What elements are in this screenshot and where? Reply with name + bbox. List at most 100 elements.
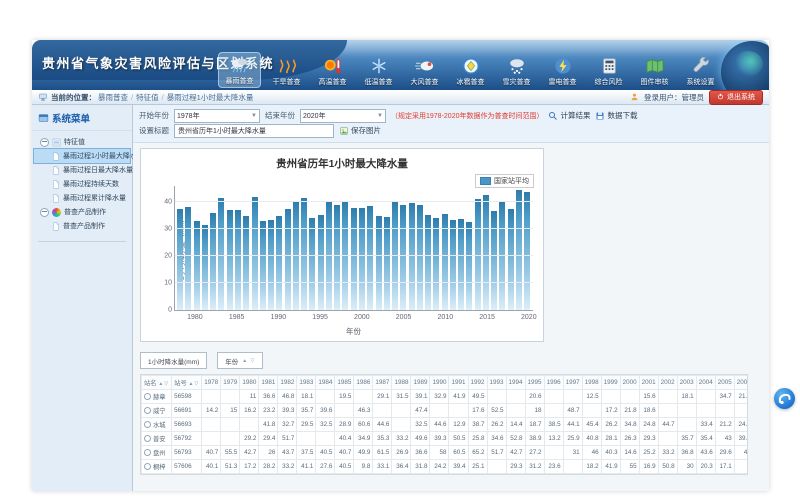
row-radio[interactable] (144, 421, 151, 428)
value-cell (601, 390, 620, 404)
breadcrumb-link[interactable]: 暴雨过程1小时最大降水量 (167, 93, 254, 102)
metric-filter[interactable]: 1小时降水量(mm) (140, 352, 207, 369)
nav-item-map[interactable]: 图件审核 (634, 54, 675, 88)
value-cell: 18.6 (639, 404, 658, 418)
bar-2020[interactable] (524, 192, 530, 310)
bar-2004[interactable] (392, 202, 398, 310)
bar-2019[interactable] (516, 190, 522, 310)
sidebar-item[interactable]: 暴雨过程日最大降水量 (34, 163, 130, 177)
bar-1980[interactable] (194, 221, 200, 310)
bar-1988[interactable] (260, 221, 266, 310)
bar-1986[interactable] (243, 216, 249, 310)
logged-in-user: 登录用户：管理员 (644, 92, 704, 103)
nav-item-lightning[interactable]: 雷电普查 (542, 54, 583, 88)
breadcrumb-link[interactable]: 特征值 (136, 93, 159, 102)
bar-2008[interactable] (425, 215, 431, 310)
nav-item-rainstorm[interactable]: 暴雨普查 (218, 52, 261, 88)
tree-group-特征值[interactable]: 特征值 (34, 135, 130, 149)
tree-toggle-icon[interactable] (40, 138, 49, 147)
calculate-button[interactable]: 计算结果 (548, 110, 590, 121)
nav-item-wind[interactable]: 大风普查 (404, 54, 445, 88)
row-radio[interactable] (144, 463, 151, 470)
nav-item-risk[interactable]: 综合风险 (588, 54, 629, 88)
bar-2015[interactable] (483, 195, 489, 310)
value-cell: 35.3 (373, 432, 392, 446)
bar-1999[interactable] (351, 208, 357, 310)
bar-1978[interactable] (177, 209, 183, 310)
value-cell (544, 390, 563, 404)
nav-item-settings[interactable]: 系统设置 (680, 54, 721, 88)
bar-1985[interactable] (235, 210, 241, 310)
bar-1981[interactable] (202, 225, 208, 310)
floating-plugin-icon[interactable] (774, 388, 795, 409)
row-radio[interactable] (144, 407, 151, 414)
data-download-button[interactable]: 数据下载 (595, 110, 637, 121)
tree-group-普查产品制作[interactable]: 普查产品制作 (34, 205, 130, 219)
end-year-select[interactable]: 2020年▼ (300, 109, 386, 123)
sort-icons[interactable]: ▲▽ (158, 381, 169, 387)
bar-2002[interactable] (376, 216, 382, 310)
value-cell: 61.5 (373, 446, 392, 460)
bar-1984[interactable] (227, 210, 233, 310)
year-sort-filter[interactable]: 年份▲ ▽ (217, 352, 263, 369)
end-year-label: 结束年份 (265, 110, 295, 121)
bar-2003[interactable] (384, 217, 390, 310)
sidebar-item[interactable]: 暴雨过程持续天数 (34, 177, 130, 191)
bar-1994[interactable] (309, 218, 315, 310)
bar-2012[interactable] (458, 219, 464, 310)
table-row: 盘州5679340.755.542.72643.737.540.540.749.… (142, 446, 749, 460)
bar-2013[interactable] (466, 222, 472, 310)
row-radio[interactable] (144, 435, 151, 442)
bar-2016[interactable] (491, 211, 497, 310)
bar-1983[interactable] (218, 198, 224, 310)
bar-2018[interactable] (508, 209, 514, 310)
bar-1996[interactable] (326, 202, 332, 310)
value-cell (430, 404, 449, 418)
nav-item-lowtemp[interactable]: 低温普查 (358, 54, 399, 88)
bar-1995[interactable] (318, 215, 324, 310)
station-id-cell: 57606 (172, 460, 202, 474)
chart-legend[interactable]: 国家站平均 (475, 174, 534, 188)
bar-1987[interactable] (252, 197, 258, 310)
row-radio[interactable] (144, 449, 151, 456)
sidebar-item[interactable]: 普查产品制作 (34, 219, 130, 233)
value-cell: 17.2 (601, 404, 620, 418)
nav-item-hail[interactable]: 冰雹普查 (450, 54, 491, 88)
bar-1993[interactable] (301, 198, 307, 310)
start-year-select[interactable]: 1978年▼ (174, 109, 260, 123)
sidebar-item[interactable]: 暴雨过程累计降水量 (34, 191, 130, 205)
column-header-站名[interactable]: 站名 ▲▽ (142, 376, 172, 390)
logout-button[interactable]: 退出系统 (709, 90, 763, 105)
sort-icons[interactable]: ▲▽ (188, 381, 199, 387)
bar-1991[interactable] (285, 209, 291, 310)
save-image-button[interactable]: 保存图片 (339, 125, 381, 136)
bar-2001[interactable] (367, 206, 373, 310)
bar-1989[interactable] (268, 220, 274, 310)
value-cell: 32.5 (316, 418, 335, 432)
breadcrumb-link[interactable]: 暴雨普查 (98, 93, 128, 102)
tree-toggle-icon[interactable] (40, 208, 49, 217)
value-cell (658, 404, 677, 418)
bar-1990[interactable] (276, 216, 282, 310)
nav-item-drought[interactable]: 干旱普查 (266, 54, 307, 88)
row-radio[interactable] (144, 393, 151, 400)
bar-2009[interactable] (433, 218, 439, 310)
bar-2000[interactable] (359, 208, 365, 310)
year-column-header: 1995 (525, 376, 544, 390)
sort-icons[interactable]: ▲ ▽ (242, 358, 255, 364)
year-column-header: 1983 (297, 376, 316, 390)
settings-icon (689, 56, 713, 76)
bar-2005[interactable] (400, 205, 406, 310)
bar-2007[interactable] (417, 205, 423, 310)
bar-1997[interactable] (334, 205, 340, 310)
value-cell: 39.4 (449, 460, 468, 474)
chart-title-input[interactable]: 贵州省历年1小时最大降水量 (174, 124, 334, 138)
bar-2006[interactable] (409, 203, 415, 310)
nav-item-hightemp[interactable]: 高温普查 (312, 54, 353, 88)
value-cell: 14.2 (202, 404, 221, 418)
bar-1979[interactable] (185, 207, 191, 310)
bar-2011[interactable] (450, 220, 456, 310)
sidebar-item[interactable]: 暴雨过程1小时最大降水量 (34, 149, 130, 163)
nav-item-snow[interactable]: 雪灾普查 (496, 54, 537, 88)
column-header-站号[interactable]: 站号 ▲▽ (172, 376, 202, 390)
